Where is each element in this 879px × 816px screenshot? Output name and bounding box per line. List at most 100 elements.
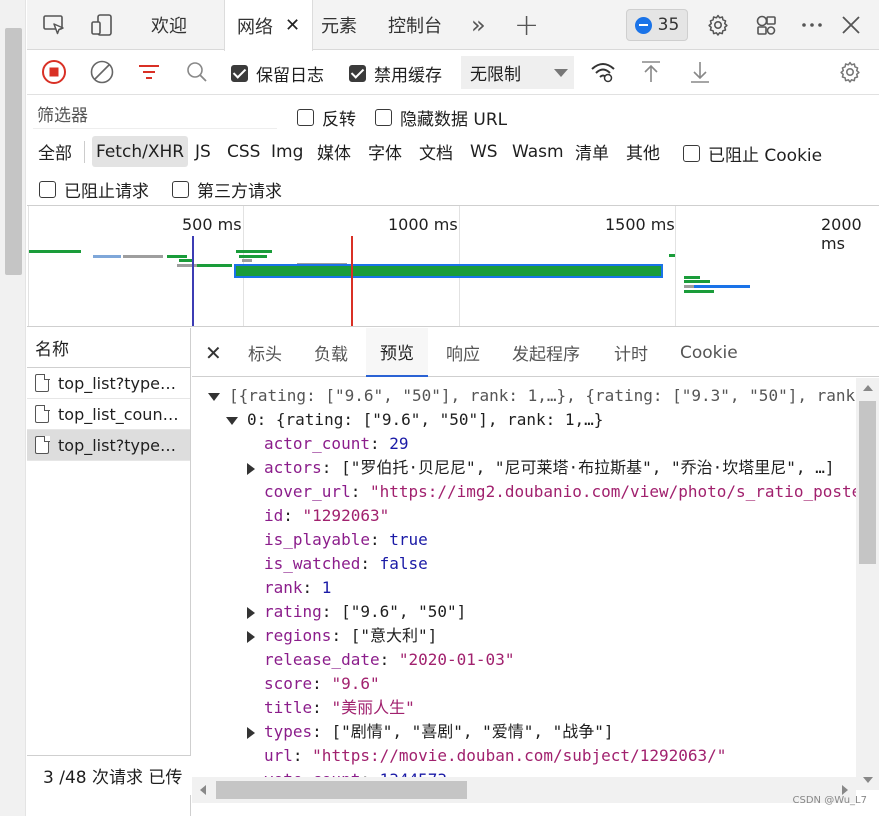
- json-field-actors[interactable]: actors: ["罗伯托·贝尼尼", "尼可莱塔·布拉斯基", "乔治·坎塔里…: [247, 456, 834, 480]
- filter-row: 反转 隐藏数据 URL: [27, 96, 879, 136]
- json-field-rating[interactable]: rating: ["9.6", "50"]: [247, 600, 466, 624]
- third-party-checkbox[interactable]: 第三方请求: [172, 177, 282, 202]
- tab-elements[interactable]: 元素: [321, 0, 357, 50]
- json-root-line[interactable]: [{rating: ["9.6", "50"], rank: 1,…}, {ra…: [208, 384, 856, 408]
- timeline-gridline: [28, 206, 29, 326]
- disable-cache-checkbox[interactable]: 禁用缓存: [349, 61, 442, 86]
- filter-input[interactable]: [33, 103, 277, 129]
- preview-vertical-scrollbar-thumb[interactable]: [859, 401, 876, 564]
- preview-horizontal-scrollbar[interactable]: [192, 777, 856, 803]
- export-har-icon[interactable]: [687, 59, 713, 85]
- scroll-left-arrow-icon[interactable]: [200, 785, 206, 795]
- type-fetch-xhr[interactable]: Fetch/XHR: [92, 136, 189, 167]
- scroll-right-arrow-icon[interactable]: [842, 785, 848, 795]
- timeline-request-bar: [236, 250, 272, 253]
- tab-headers[interactable]: 标头: [248, 328, 282, 377]
- blocked-cookies-check[interactable]: [683, 145, 700, 162]
- type-css[interactable]: CSS: [223, 136, 264, 167]
- invert-check[interactable]: [297, 109, 314, 126]
- tab-cookies[interactable]: Cookie: [680, 328, 738, 377]
- request-row-selected[interactable]: top_list?type…: [27, 430, 190, 461]
- expand-triangle-icon[interactable]: [226, 416, 238, 425]
- json-field-regions[interactable]: regions: ["意大利"]: [247, 624, 437, 648]
- throttle-select[interactable]: 无限制: [461, 56, 574, 89]
- hide-data-urls-check[interactable]: [375, 109, 392, 126]
- timeline-overview[interactable]: 500 ms 1000 ms 1500 ms 2000 ms: [27, 206, 879, 327]
- disable-cache-check[interactable]: [349, 65, 366, 82]
- add-tab-icon[interactable]: +: [514, 0, 539, 50]
- close-detail-icon[interactable]: ✕: [205, 341, 222, 365]
- device-emulation-icon[interactable]: [89, 12, 115, 38]
- type-manifest[interactable]: 清单: [571, 136, 613, 167]
- timeline-request-bar: [684, 280, 710, 283]
- tab-initiator[interactable]: 发起程序: [512, 328, 580, 377]
- issues-badge[interactable]: 35: [626, 9, 688, 41]
- timeline-selected-request-bar[interactable]: [234, 264, 663, 278]
- hide-data-urls-checkbox[interactable]: 隐藏数据 URL: [375, 105, 507, 130]
- preserve-log-check[interactable]: [231, 65, 248, 82]
- json-field-title: title: "美丽人生": [264, 698, 415, 717]
- type-wasm[interactable]: Wasm: [508, 136, 568, 167]
- scroll-down-arrow-icon[interactable]: [863, 777, 873, 783]
- preserve-log-checkbox[interactable]: 保留日志: [231, 61, 324, 86]
- stop-recording-icon[interactable]: [41, 59, 67, 85]
- expand-triangle-icon[interactable]: [247, 630, 255, 643]
- type-media[interactable]: 媒体: [313, 136, 355, 167]
- load-event-marker: [351, 236, 353, 326]
- import-har-icon[interactable]: [638, 59, 664, 85]
- blocked-requests-check[interactable]: [39, 181, 56, 198]
- preview-horizontal-scrollbar-thumb[interactable]: [216, 781, 467, 799]
- throttle-value: 无限制: [470, 65, 521, 85]
- tab-network[interactable]: 网络 ✕: [224, 0, 314, 51]
- tab-response[interactable]: 响应: [446, 328, 480, 377]
- document-icon: [35, 435, 50, 454]
- tab-console[interactable]: 控制台: [388, 0, 442, 50]
- type-font[interactable]: 字体: [364, 136, 406, 167]
- tab-payload[interactable]: 负载: [314, 328, 348, 377]
- close-devtools-icon[interactable]: [838, 12, 864, 38]
- network-toolbar: 保留日志 禁用缓存 无限制: [27, 51, 879, 95]
- type-img[interactable]: Img: [267, 136, 307, 167]
- tab-welcome[interactable]: 欢迎: [151, 0, 187, 50]
- type-js[interactable]: JS: [191, 136, 215, 167]
- close-tab-icon[interactable]: ✕: [285, 15, 300, 36]
- request-row[interactable]: top_list_coun…: [27, 399, 190, 430]
- expand-triangle-icon[interactable]: [247, 606, 255, 619]
- type-all[interactable]: 全部: [34, 136, 76, 167]
- outer-scrollbar[interactable]: [0, 0, 26, 816]
- invert-checkbox[interactable]: 反转: [297, 105, 356, 130]
- clear-icon[interactable]: [89, 59, 115, 85]
- json-item-0-line[interactable]: 0: {rating: ["9.6", "50"], rank: 1,…}: [226, 408, 603, 432]
- tab-timing[interactable]: 计时: [614, 328, 648, 377]
- third-party-check[interactable]: [172, 181, 189, 198]
- outer-scrollbar-thumb[interactable]: [5, 28, 22, 275]
- json-field-types[interactable]: types: ["剧情", "喜剧", "爱情", "战争"]: [247, 720, 614, 744]
- more-tabs-icon[interactable]: »: [471, 0, 486, 50]
- type-ws[interactable]: WS: [466, 136, 502, 167]
- inspect-element-icon[interactable]: [41, 12, 67, 38]
- search-icon[interactable]: [184, 59, 210, 85]
- type-doc[interactable]: 文档: [415, 136, 457, 167]
- timeline-tick-1500: 1500 ms: [605, 215, 675, 234]
- blocked-requests-checkbox[interactable]: 已阻止请求: [39, 177, 149, 202]
- network-settings-gear-icon[interactable]: [837, 59, 863, 85]
- type-other[interactable]: 其他: [622, 136, 664, 167]
- expand-triangle-icon[interactable]: [247, 726, 255, 739]
- preview-vertical-scrollbar[interactable]: [856, 378, 879, 790]
- filter-icon[interactable]: [136, 59, 162, 85]
- expand-triangle-icon[interactable]: [208, 392, 220, 401]
- customize-devtools-icon[interactable]: [753, 12, 779, 38]
- json-item-0-summary: 0: {rating: ["9.6", "50"], rank: 1,…}: [247, 410, 604, 429]
- settings-gear-icon[interactable]: [705, 12, 731, 38]
- json-preview[interactable]: [{rating: ["9.6", "50"], rank: 1,…}, {ra…: [192, 378, 856, 777]
- blocked-cookies-checkbox[interactable]: 已阻止 Cookie: [683, 141, 822, 166]
- scroll-up-arrow-icon[interactable]: [863, 385, 873, 391]
- request-row[interactable]: top_list?type…: [27, 368, 190, 399]
- name-column-header[interactable]: 名称: [27, 328, 190, 368]
- json-field-url: url: "https://movie.douban.com/subject/1…: [264, 746, 727, 765]
- tab-preview[interactable]: 预览: [366, 328, 428, 377]
- network-conditions-wifi-icon[interactable]: [590, 59, 616, 85]
- type-separator: [84, 141, 85, 163]
- more-options-icon[interactable]: [799, 12, 825, 38]
- expand-triangle-icon[interactable]: [247, 462, 255, 475]
